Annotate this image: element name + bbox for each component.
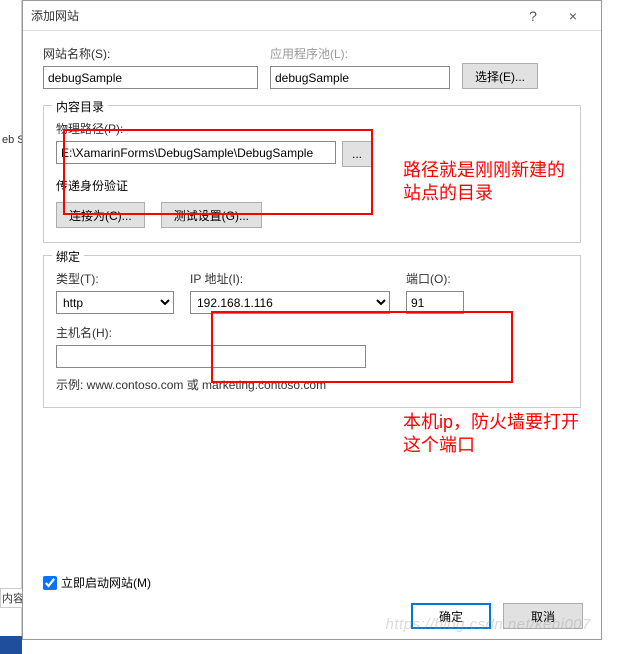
connect-as-button[interactable]: 连接为(C)...	[56, 202, 145, 228]
binding-group: 绑定 类型(T): http IP 地址(I): 192.168.1.116 端…	[43, 255, 581, 408]
add-website-dialog: 添加网站 ? × 网站名称(S): 应用程序池(L): 选择(E)... 内容目…	[22, 0, 602, 640]
dialog-body: 网站名称(S): 应用程序池(L): 选择(E)... 内容目录 物理路径(P)…	[23, 31, 601, 430]
ip-label: IP 地址(I):	[190, 270, 390, 287]
autostart-checkbox[interactable]	[43, 576, 57, 590]
test-settings-button[interactable]: 测试设置(G)...	[161, 202, 262, 228]
ip-select[interactable]: 192.168.1.116	[190, 291, 390, 314]
annotation-text-ip-l2: 这个端口	[403, 434, 618, 457]
app-pool-label: 应用程序池(L):	[270, 45, 450, 62]
type-select[interactable]: http	[56, 291, 174, 314]
annotation-text-ip: 本机ip，防火墙要打开 这个端口	[403, 411, 618, 458]
port-label: 端口(O):	[406, 270, 464, 287]
background-left-strip	[0, 0, 22, 654]
autostart-row: 立即启动网站(M)	[43, 574, 151, 591]
annotation-text-ip-l1: 本机ip，防火墙要打开	[403, 411, 618, 434]
site-row: 网站名称(S): 应用程序池(L): 选择(E)...	[43, 45, 581, 89]
select-pool-button[interactable]: 选择(E)...	[462, 63, 538, 89]
physical-path-label: 物理路径(P):	[56, 120, 568, 137]
host-input[interactable]	[56, 345, 366, 368]
annotation-text-path: 路径就是刚刚新建的 站点的目录	[403, 159, 565, 206]
site-name-input[interactable]	[43, 66, 258, 89]
annotation-text-path-l2: 站点的目录	[403, 182, 565, 205]
type-label: 类型(T):	[56, 270, 174, 287]
autostart-label: 立即启动网站(M)	[61, 574, 151, 591]
close-button[interactable]: ×	[553, 8, 593, 24]
window-title: 添加网站	[31, 7, 513, 24]
content-directory-legend: 内容目录	[52, 98, 108, 115]
help-button[interactable]: ?	[513, 8, 553, 24]
watermark: https://blog.csdn.net/kebi007	[386, 616, 591, 633]
physical-path-input[interactable]	[56, 141, 336, 164]
app-pool-input	[270, 66, 450, 89]
site-name-label: 网站名称(S):	[43, 45, 258, 62]
port-input[interactable]	[406, 291, 464, 314]
browse-path-button[interactable]: ...	[342, 141, 372, 167]
annotation-text-path-l1: 路径就是刚刚新建的	[403, 159, 565, 182]
binding-legend: 绑定	[52, 248, 84, 265]
host-label: 主机名(H):	[56, 324, 568, 341]
blue-strip	[0, 636, 22, 654]
host-example: 示例: www.contoso.com 或 marketing.contoso.…	[56, 376, 568, 393]
titlebar: 添加网站 ? ×	[23, 1, 601, 31]
